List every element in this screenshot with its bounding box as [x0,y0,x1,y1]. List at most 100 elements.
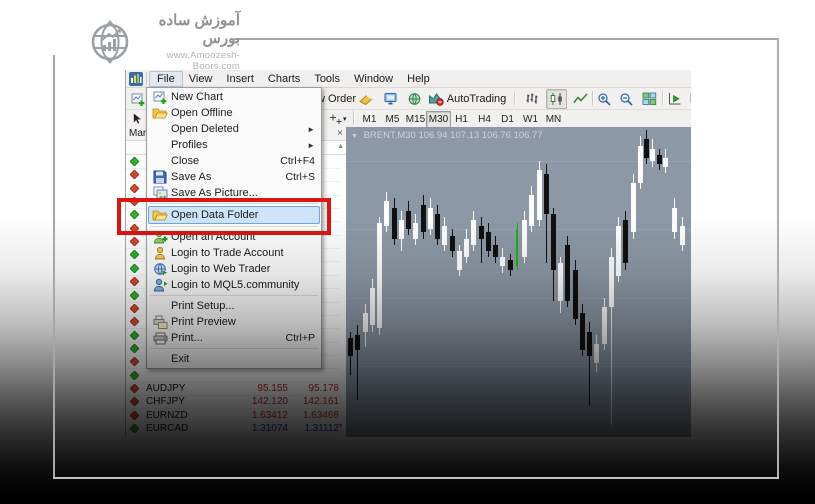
bid-value: 1.31074 [226,422,288,435]
chart-gridline [346,366,691,367]
menu-item-label: Print Setup... [171,300,315,312]
candles-icon [549,92,564,106]
market-watch-row[interactable]: EURCAD1.310741.31112 [126,422,340,436]
file-menu-item-login-to-mql5-community[interactable]: Login to MQL5.community [147,277,321,293]
menu-file[interactable]: File [150,72,182,86]
zoom-out-button[interactable] [616,89,637,109]
timeframe-m30[interactable]: M30 [426,111,451,128]
chart-collapse-icon[interactable]: ▼ [351,133,358,140]
candle-body [428,208,433,230]
close-icon[interactable]: × [337,127,343,140]
mql5-web-button[interactable] [404,89,425,109]
menu-view[interactable]: View [182,72,220,86]
menu-charts[interactable]: Charts [261,72,307,86]
file-menu-item-print-preview[interactable]: Print Preview [147,314,321,330]
file-menu-item-print-setup[interactable]: Print Setup... [147,298,321,314]
chart-gridline [346,298,691,299]
menu-item-label: Login to Web Trader [171,263,315,275]
file-menu-item-open-deleted[interactable]: Open Deleted► [147,121,321,137]
file-menu-item-exit[interactable]: Exit [147,351,321,367]
file-menu-item-save-as[interactable]: Save AsCtrl+S [147,169,321,185]
timeframe-d1[interactable]: D1 [495,111,520,128]
candlestick-chart-button[interactable] [546,89,567,109]
timeframe-m5[interactable]: M5 [380,111,405,128]
timeframe-h4[interactable]: H4 [472,111,497,128]
news-button[interactable] [355,89,377,109]
file-menu-item-profiles[interactable]: Profiles► [147,137,321,153]
menu-item-label: Save As [171,171,278,183]
zoom-out-icon [619,92,634,106]
menu-separator [150,295,318,296]
menu-item-icon-spacer [149,352,171,367]
file-menu-item-login-to-trade-account[interactable]: Login to Trade Account [147,245,321,261]
news-icon [358,92,374,106]
candle-body [370,288,375,325]
diamond-down-icon [130,411,139,420]
candle-body [363,313,368,332]
file-menu-item-close[interactable]: CloseCtrl+F4 [147,153,321,169]
chart-title: ▼ BRENT,M30 106.94 107.13 106.76 106.77 [351,130,543,141]
candle-body [348,338,353,357]
candle-body [522,220,527,257]
chart-canvas[interactable]: ▼ BRENT,M30 106.94 107.13 106.76 106.77 [346,127,691,437]
menu-window[interactable]: Window [347,72,400,86]
chart-ohlc-quotes: 106.94 107.13 106.76 106.77 [418,130,542,141]
menu-tools[interactable]: Tools [307,72,347,86]
tile-windows-button[interactable] [639,89,660,109]
new-chart-icon [153,90,168,105]
menu-insert[interactable]: Insert [219,72,261,86]
timeframe-mn[interactable]: MN [541,111,566,128]
symbol-name: AUDJPY [146,382,185,395]
diamond-up-icon [130,344,139,353]
diamond-down-icon [130,304,139,313]
scroll-up-icon[interactable]: ▲ [337,143,344,150]
candle-body [672,208,677,233]
metaeditor-button[interactable] [380,89,402,109]
toolbar-separator [353,111,354,125]
timeframe-w1[interactable]: W1 [518,111,543,128]
zoom-in-icon [597,92,612,106]
web-icon [407,92,422,106]
menu-separator [150,348,318,349]
chart-gridline [346,229,691,230]
diamond-up-icon [130,331,139,340]
bar-chart-button[interactable] [522,89,543,109]
line-chart-button[interactable] [570,89,591,109]
strategy-tester-button[interactable] [664,89,685,109]
market-watch-row[interactable]: EURNZD1.634121.63468 [126,409,340,423]
candle-body [355,335,360,351]
file-menu-item-login-to-web-trader[interactable]: Login to Web Trader [147,261,321,277]
candle-body [616,226,621,276]
menu-help[interactable]: Help [400,72,437,86]
candle-body [442,226,447,245]
market-watch-row[interactable]: AUDJPY95.15595.178 [126,382,340,396]
toolbar-separator [592,91,593,105]
candle-body [573,270,578,320]
candle-body [457,251,462,270]
candle-body [471,220,476,245]
bars-icon [525,92,540,106]
candle-body [631,183,636,233]
candle-body [406,211,411,230]
timeframe-m1[interactable]: M1 [357,111,382,128]
menu-item-icon-spacer [149,122,171,137]
diamond-down-icon [130,184,139,193]
new-chart-dropdown-button[interactable]: ▾ [687,89,691,109]
app-icon[interactable] [128,72,143,86]
menu-item-label: Print... [171,332,278,344]
bid-value: 95.155 [226,382,288,395]
crosshair-button[interactable]: ▾ [326,110,350,127]
zoom-in-button[interactable] [594,89,615,109]
timeframe-m15[interactable]: M15 [403,111,428,128]
market-watch-row[interactable] [126,435,340,437]
account-icon [153,246,168,260]
autotrading-button[interactable]: AutoTrading [426,89,508,109]
file-menu-item-open-offline[interactable]: Open Offline [147,105,321,121]
cursor-button[interactable] [128,110,146,127]
file-menu-item-print[interactable]: Print...Ctrl+P [147,330,321,346]
menu-item-label: Open Deleted [171,123,299,135]
market-watch-row[interactable]: CHFJPY142.120142.161 [126,395,340,409]
market-watch-row[interactable] [126,369,340,383]
file-menu-item-new-chart[interactable]: New Chart [147,89,321,105]
timeframe-h1[interactable]: H1 [449,111,474,128]
